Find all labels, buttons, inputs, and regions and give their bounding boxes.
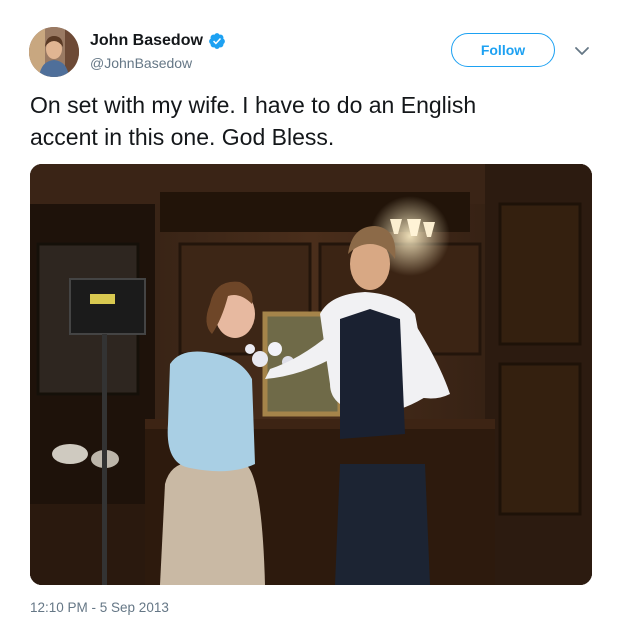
author-info: John Basedow @JohnBasedow: [90, 31, 226, 72]
tweet-text-line-1: On set with my wife. I have to do an Eng…: [30, 92, 477, 118]
tweet-timestamp[interactable]: 12:10 PM - 5 Sep 2013: [30, 600, 169, 615]
tweet-text: On set with my wife. I have to do an Eng…: [30, 89, 595, 153]
tweet-photo[interactable]: [30, 164, 592, 585]
photo-image: [30, 164, 592, 585]
verified-badge-icon: [209, 33, 225, 49]
more-options-button[interactable]: [572, 41, 592, 61]
author-name-link[interactable]: John Basedow: [90, 31, 226, 51]
follow-button[interactable]: Follow: [451, 33, 555, 67]
author-avatar[interactable]: [29, 27, 79, 77]
tweet-card: John Basedow @JohnBasedow Follow On set …: [0, 0, 621, 619]
author-display-name: John Basedow: [90, 32, 203, 49]
author-handle[interactable]: @JohnBasedow: [90, 54, 226, 72]
avatar-image: [29, 27, 79, 77]
tweet-text-line-2: accent in this one. God Bless.: [30, 124, 335, 150]
chevron-down-icon: [575, 47, 589, 55]
